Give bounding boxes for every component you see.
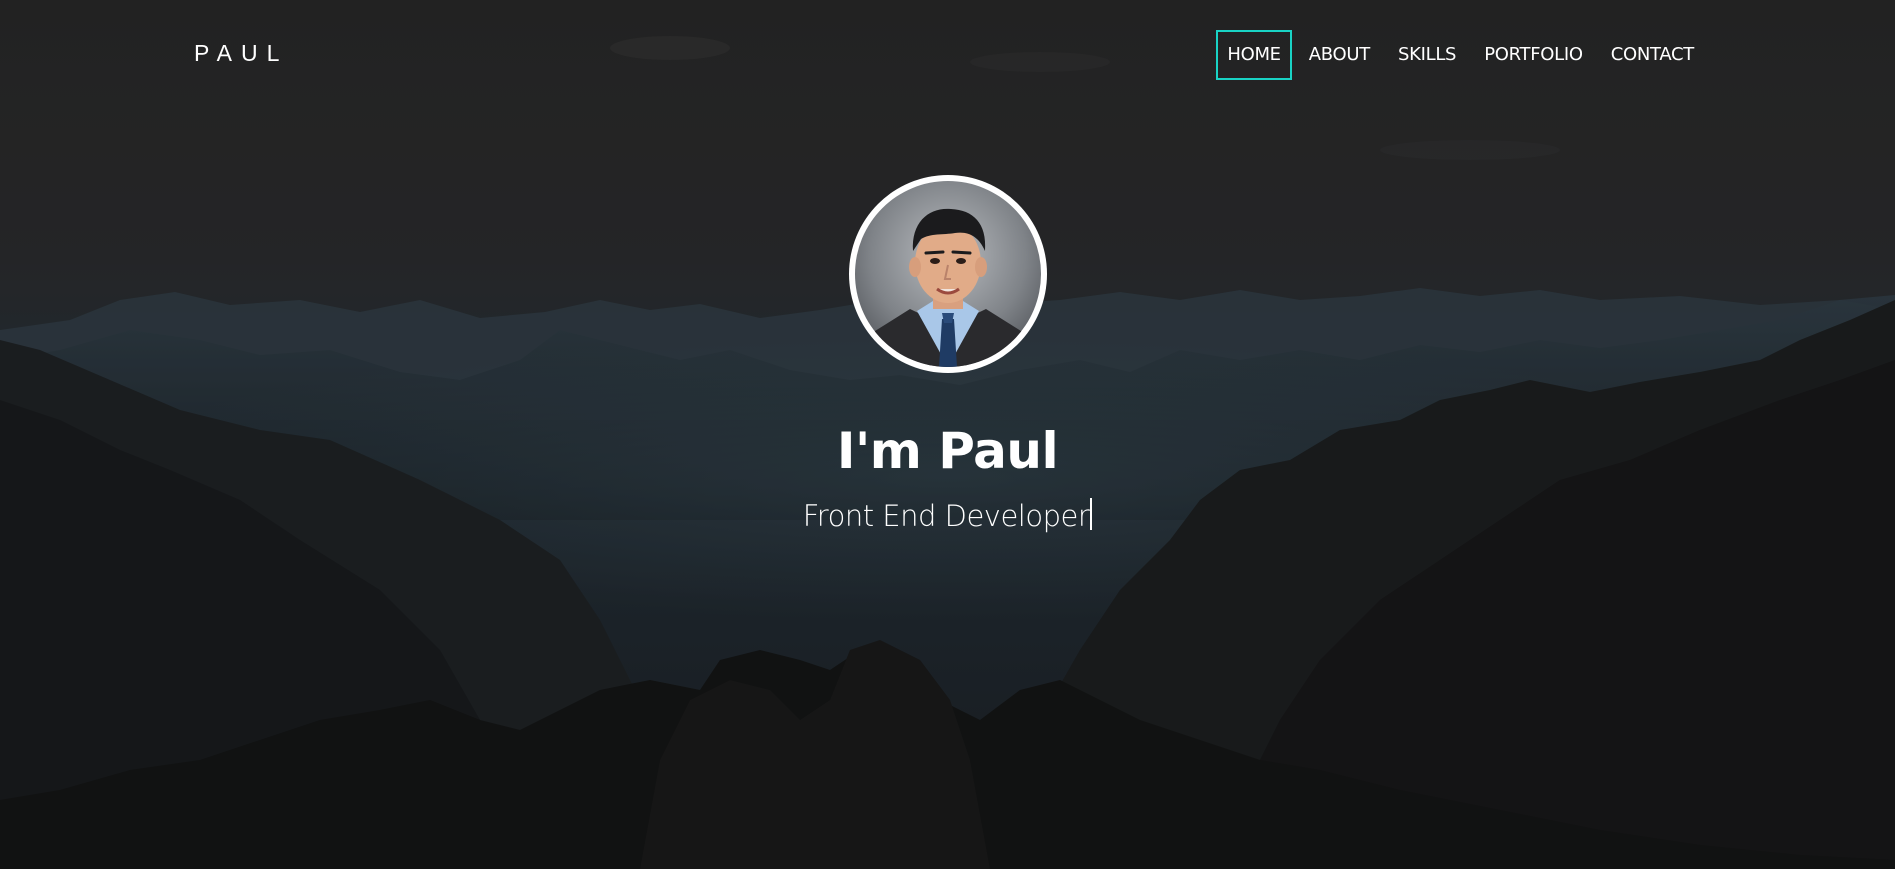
nav-link-portfolio[interactable]: PORTFOLIO — [1473, 30, 1594, 80]
nav-link-about[interactable]: ABOUT — [1298, 30, 1381, 80]
profile-photo-frame — [849, 175, 1047, 373]
profile-photo — [855, 181, 1041, 367]
nav-link-home[interactable]: HOME — [1216, 30, 1292, 80]
nav-link-skills[interactable]: SKILLS — [1387, 30, 1467, 80]
brand-logo[interactable]: PAUL — [194, 40, 288, 67]
navbar: PAUL HOME ABOUT SKILLS PORTFOLIO CONTACT — [0, 0, 1895, 110]
avatar-portrait-image — [855, 181, 1041, 367]
nav-link-contact[interactable]: CONTACT — [1600, 30, 1705, 80]
hero-subtitle: Front End Developer — [0, 494, 1895, 538]
hero-section: PAUL HOME ABOUT SKILLS PORTFOLIO CONTACT — [0, 0, 1895, 869]
typed-role-text: Front End Developer — [802, 499, 1090, 533]
nav-menu: HOME ABOUT SKILLS PORTFOLIO CONTACT — [1216, 30, 1705, 80]
typing-cursor — [1090, 498, 1093, 530]
hero-title: I'm Paul — [836, 422, 1059, 480]
